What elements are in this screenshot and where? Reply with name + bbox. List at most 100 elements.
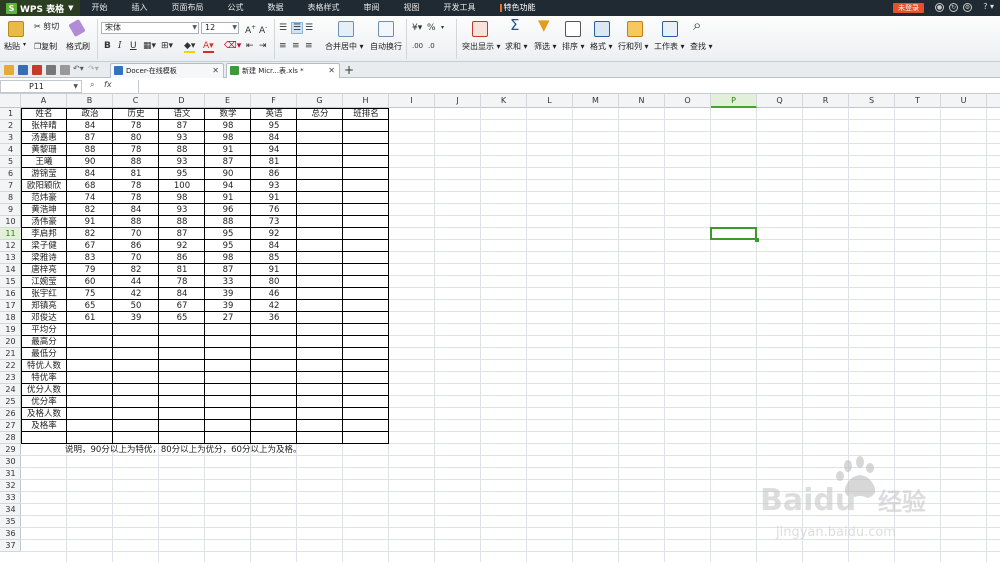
fill-color-icon[interactable]: ◆▾ bbox=[184, 41, 196, 53]
filter-button[interactable]: 筛选 ▾ bbox=[534, 41, 557, 52]
menu-view[interactable]: 视图 bbox=[392, 0, 432, 16]
merge-center-icon[interactable] bbox=[338, 21, 354, 37]
row-header-4[interactable]: 4 bbox=[0, 144, 21, 156]
row-header-31[interactable]: 31 bbox=[0, 468, 21, 480]
sum-icon[interactable]: Σ bbox=[510, 18, 519, 33]
rows-cols-icon[interactable] bbox=[627, 21, 643, 37]
currency-format-icon[interactable]: ¥▾ bbox=[412, 23, 422, 33]
column-header-f[interactable]: F bbox=[251, 94, 297, 108]
row-header-7[interactable]: 7 bbox=[0, 180, 21, 192]
close-icon[interactable]: ✕ bbox=[328, 64, 335, 78]
row-header-23[interactable]: 23 bbox=[0, 372, 21, 384]
row-header-24[interactable]: 24 bbox=[0, 384, 21, 396]
font-name-select[interactable]: 宋体 ▼ bbox=[101, 22, 199, 34]
menu-table-style[interactable]: 表格样式 bbox=[296, 0, 352, 16]
row-header-9[interactable]: 9 bbox=[0, 204, 21, 216]
menu-data[interactable]: 数据 bbox=[256, 0, 296, 16]
align-bottom-icon[interactable]: ☰ bbox=[305, 23, 313, 33]
row-header-17[interactable]: 17 bbox=[0, 300, 21, 312]
column-header-g[interactable]: G bbox=[297, 94, 343, 108]
row-header-26[interactable]: 26 bbox=[0, 408, 21, 420]
row-header-32[interactable]: 32 bbox=[0, 480, 21, 492]
filter-icon[interactable]: ▼ bbox=[538, 18, 550, 33]
row-header-16[interactable]: 16 bbox=[0, 288, 21, 300]
row-header-11[interactable]: 11 bbox=[0, 228, 21, 240]
row-header-10[interactable]: 10 bbox=[0, 216, 21, 228]
align-center-icon[interactable]: ≡ bbox=[292, 41, 300, 51]
font-grow-icon[interactable]: A+ bbox=[245, 23, 256, 36]
column-header-l[interactable]: L bbox=[527, 94, 573, 108]
column-header-n[interactable]: N bbox=[619, 94, 665, 108]
font-color-icon[interactable]: A▾ bbox=[203, 41, 214, 53]
row-header-34[interactable]: 34 bbox=[0, 504, 21, 516]
row-header-22[interactable]: 22 bbox=[0, 360, 21, 372]
merge-center-button[interactable]: 合并居中 ▾ bbox=[325, 41, 364, 52]
row-header-2[interactable]: 2 bbox=[0, 120, 21, 132]
tab-docer-templates[interactable]: Docer-在线模板 ✕ bbox=[110, 63, 224, 78]
indent-decrease-icon[interactable]: ⇤ bbox=[246, 41, 254, 51]
sort-button[interactable]: 排序 ▾ bbox=[562, 41, 585, 52]
function-button[interactable]: fx bbox=[104, 80, 112, 89]
column-header-t[interactable]: T bbox=[895, 94, 941, 108]
column-header-h[interactable]: H bbox=[343, 94, 389, 108]
format-painter-button[interactable]: 格式刷 bbox=[66, 41, 90, 52]
italic-button[interactable]: I bbox=[118, 41, 122, 51]
row-header-1[interactable]: 1 bbox=[0, 108, 21, 120]
row-header-30[interactable]: 30 bbox=[0, 456, 21, 468]
underline-button[interactable]: U bbox=[130, 41, 137, 51]
format-button[interactable]: 格式 ▾ bbox=[590, 41, 613, 52]
wrap-text-icon[interactable] bbox=[378, 21, 394, 37]
column-header-m[interactable]: M bbox=[573, 94, 619, 108]
menu-home[interactable]: 开始 bbox=[80, 0, 120, 16]
row-header-20[interactable]: 20 bbox=[0, 336, 21, 348]
indent-increase-icon[interactable]: ⇥ bbox=[259, 41, 267, 51]
decrease-decimal-icon[interactable]: .0 bbox=[428, 41, 435, 51]
row-header-28[interactable]: 28 bbox=[0, 432, 21, 444]
font-shrink-icon[interactable]: A- bbox=[259, 23, 267, 36]
column-header-a[interactable]: A bbox=[21, 94, 67, 108]
menu-review[interactable]: 审阅 bbox=[352, 0, 392, 16]
sort-icon[interactable] bbox=[565, 21, 581, 37]
worksheet-icon[interactable] bbox=[662, 21, 678, 37]
pdf-export-icon[interactable] bbox=[32, 65, 42, 75]
clear-format-icon[interactable]: ⌫▾ bbox=[224, 41, 241, 51]
row-header-13[interactable]: 13 bbox=[0, 252, 21, 264]
column-header-d[interactable]: D bbox=[159, 94, 205, 108]
wrap-text-button[interactable]: 自动换行 bbox=[370, 41, 402, 52]
chevron-down-icon[interactable]: ▾ bbox=[441, 23, 444, 33]
column-header-i[interactable]: I bbox=[389, 94, 435, 108]
highlight-icon[interactable] bbox=[472, 21, 488, 37]
percent-icon[interactable]: % bbox=[427, 23, 436, 33]
row-header-36[interactable]: 36 bbox=[0, 528, 21, 540]
column-header-k[interactable]: K bbox=[481, 94, 527, 108]
border-icon[interactable]: ▦▾ bbox=[143, 41, 156, 51]
row-header-6[interactable]: 6 bbox=[0, 168, 21, 180]
row-header-25[interactable]: 25 bbox=[0, 396, 21, 408]
row-header-8[interactable]: 8 bbox=[0, 192, 21, 204]
merge-format-icon[interactable]: ⊞▾ bbox=[161, 41, 173, 51]
row-header-19[interactable]: 19 bbox=[0, 324, 21, 336]
row-header-37[interactable]: 37 bbox=[0, 540, 21, 552]
help-button[interactable]: ? ▾ bbox=[983, 2, 994, 11]
align-left-icon[interactable]: ≡ bbox=[279, 41, 287, 51]
redo-icon[interactable]: ↷▾ bbox=[88, 64, 99, 73]
column-header-b[interactable]: B bbox=[67, 94, 113, 108]
formula-input[interactable] bbox=[138, 80, 998, 93]
save-icon[interactable] bbox=[18, 65, 28, 75]
column-header-o[interactable]: O bbox=[665, 94, 711, 108]
select-all-corner[interactable] bbox=[0, 94, 21, 108]
close-icon[interactable]: ✕ bbox=[212, 64, 219, 78]
row-header-18[interactable]: 18 bbox=[0, 312, 21, 324]
explanation-note[interactable]: 说明，90分以上为特优，80分以上为优分，60分以上为及格。 bbox=[65, 444, 301, 456]
column-header-s[interactable]: S bbox=[849, 94, 895, 108]
column-header-u[interactable]: U bbox=[941, 94, 987, 108]
copy-button[interactable]: ❐复制 bbox=[34, 41, 57, 52]
row-header-29[interactable]: 29 bbox=[0, 444, 21, 456]
sum-button[interactable]: 求和 ▾ bbox=[505, 41, 528, 52]
column-header-c[interactable]: C bbox=[113, 94, 159, 108]
format-painter-icon[interactable] bbox=[68, 18, 86, 38]
binoculars-icon[interactable]: ⌕ bbox=[693, 18, 701, 33]
menu-developer[interactable]: 开发工具 bbox=[432, 0, 488, 16]
format-icon[interactable] bbox=[594, 21, 610, 37]
refresh-icon[interactable]: ↻ bbox=[949, 3, 958, 12]
